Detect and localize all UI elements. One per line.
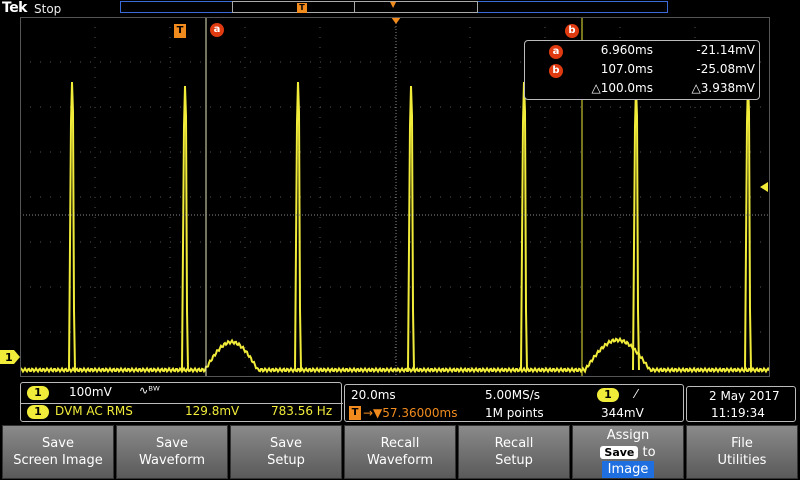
cursor-readout: a 6.960ms -21.14mV b 107.0ms -25.08mV △1… [524, 40, 760, 100]
button-line1: File [731, 436, 753, 451]
file-utilities-button[interactable]: File Utilities [686, 425, 798, 479]
readout-row-b: b 107.0ms -25.08mV [525, 62, 761, 80]
button-line1: Assign [606, 427, 650, 443]
dvm-frequency: 783.56 Hz [271, 404, 333, 418]
trigger-source-badge: 1 [597, 388, 619, 402]
trigger-time-label: T [174, 24, 186, 38]
button-line1: Recall [494, 436, 534, 451]
readout-a-value: -21.14mV [696, 43, 755, 57]
save-waveform-button[interactable]: Save Waveform [116, 425, 228, 479]
dvm-channel-badge: 1 [27, 405, 49, 419]
record-length: 1M points [485, 406, 544, 420]
channel-badge: 1 [27, 386, 49, 400]
button-line1: Save [270, 436, 302, 451]
date: 2 May 2017 [709, 389, 780, 403]
dvm-value: 129.8mV [185, 404, 240, 418]
channel-scale: 100mV [69, 385, 112, 399]
button-line2: Waveform [139, 453, 205, 468]
readout-b-time: 107.0ms [600, 62, 653, 76]
readout-row-delta: △100.0ms △3.938mV [525, 81, 761, 99]
sample-rate: 5.00MS/s [485, 388, 540, 402]
trigger-level: 344mV [601, 406, 644, 420]
button-line2: Image [601, 460, 655, 478]
button-line1: Save [156, 436, 188, 451]
trigger-slope-icon: ⁄ [635, 387, 638, 401]
readout-row-a: a 6.960ms -21.14mV [525, 43, 761, 61]
to-text: to [642, 444, 656, 460]
datetime-box: 2 May 2017 11:19:34 [686, 386, 796, 422]
readout-b-badge: b [549, 64, 563, 78]
readout-a-time: 6.960ms [600, 43, 653, 57]
button-line2: Setup [267, 453, 305, 468]
horizontal-info-box[interactable]: 20.0ms 5.00MS/s T →▼57.36000ms 1M points… [344, 384, 684, 422]
readout-b-value: -25.08mV [696, 62, 755, 76]
save-setup-button[interactable]: Save Setup [230, 425, 342, 479]
save-chip: Save [600, 445, 639, 459]
cursor-b-label[interactable]: b [565, 24, 579, 38]
readout-delta-time: △100.0ms [591, 81, 653, 95]
dvm-label: DVM AC RMS [55, 404, 133, 418]
readout-a-badge: a [549, 45, 563, 59]
time: 11:19:34 [711, 406, 765, 420]
trigger-position-badge: T [349, 406, 361, 420]
channel-ground-label: 1 [5, 351, 13, 364]
recall-waveform-button[interactable]: Recall Waveform [344, 425, 456, 479]
button-line2: Utilities [717, 453, 767, 468]
time-per-div: 20.0ms [351, 388, 396, 402]
readout-delta-value: △3.938mV [691, 81, 755, 95]
cursor-a-label[interactable]: a [210, 23, 224, 37]
channel-info-box[interactable]: 1 100mV ∿ᴮᵂ 1 DVM AC RMS 129.8mV 783.56 … [20, 382, 343, 422]
assign-save-button[interactable]: Assign Save to Image [572, 425, 684, 479]
button-line1: Recall [380, 436, 420, 451]
recall-setup-button[interactable]: Recall Setup [458, 425, 570, 479]
button-line2: Waveform [367, 453, 433, 468]
button-line2: Screen Image [13, 453, 103, 468]
save-screen-image-button[interactable]: Save Screen Image [2, 425, 114, 479]
ac-coupling-icon: ∿ᴮᵂ [139, 384, 160, 397]
assign-save-row: Save to [573, 444, 683, 461]
trigger-position-time: →▼57.36000ms [363, 406, 458, 420]
button-line1: Save [42, 436, 74, 451]
button-line2: Setup [495, 453, 533, 468]
